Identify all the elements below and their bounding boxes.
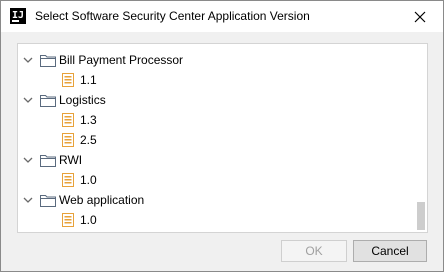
- application-name: Web application: [59, 193, 145, 207]
- chevron-down-icon[interactable]: [22, 154, 34, 166]
- application-name: Bill Payment Processor: [59, 53, 184, 67]
- tree-node-version[interactable]: 1.1: [62, 70, 97, 90]
- tree-node-application[interactable]: Web application: [22, 190, 144, 210]
- tree-node-version[interactable]: 1.0: [62, 170, 97, 190]
- application-name: RWI: [59, 153, 83, 167]
- document-icon: [62, 73, 74, 87]
- tree-node-application[interactable]: RWI: [22, 150, 82, 170]
- folder-icon: [40, 95, 56, 107]
- version-label: 1.0: [80, 213, 97, 227]
- version-label: 1.3: [80, 113, 97, 127]
- dialog-window: IJ Select Software Security Center Appli…: [0, 0, 444, 272]
- tree-node-application[interactable]: Bill Payment Processor: [22, 50, 183, 70]
- document-icon: [62, 133, 74, 147]
- ok-button[interactable]: OK: [281, 240, 347, 262]
- application-name: Logistics: [59, 93, 106, 107]
- intellij-app-icon: IJ: [10, 8, 26, 24]
- version-label: 1.0: [80, 173, 97, 187]
- document-icon: [62, 113, 74, 127]
- cancel-button[interactable]: Cancel: [353, 240, 427, 262]
- close-icon: [414, 11, 426, 22]
- document-icon: [62, 173, 74, 187]
- folder-icon: [40, 55, 56, 67]
- scrollbar-thumb[interactable]: [417, 202, 425, 230]
- chevron-down-icon[interactable]: [22, 94, 34, 106]
- dialog-title: Select Software Security Center Applicat…: [35, 9, 310, 23]
- document-icon: [62, 213, 74, 227]
- chevron-down-icon[interactable]: [22, 54, 34, 66]
- tree-node-version[interactable]: 1.3: [62, 110, 97, 130]
- version-label: 1.1: [80, 73, 97, 87]
- chevron-down-icon[interactable]: [22, 194, 34, 206]
- version-label: 2.5: [80, 133, 97, 147]
- tree-node-version[interactable]: 1.0: [62, 210, 97, 230]
- vertical-scrollbar[interactable]: [415, 44, 427, 232]
- folder-icon: [40, 195, 56, 207]
- close-button[interactable]: [397, 1, 443, 32]
- folder-icon: [40, 155, 56, 167]
- tree-node-application[interactable]: Logistics: [22, 90, 106, 110]
- tree-node-version[interactable]: 2.5: [62, 130, 97, 150]
- title-bar: IJ Select Software Security Center Appli…: [1, 1, 443, 32]
- application-version-tree[interactable]: Bill Payment Processor 1.1 Logistics 1.3 2.5…: [17, 43, 428, 233]
